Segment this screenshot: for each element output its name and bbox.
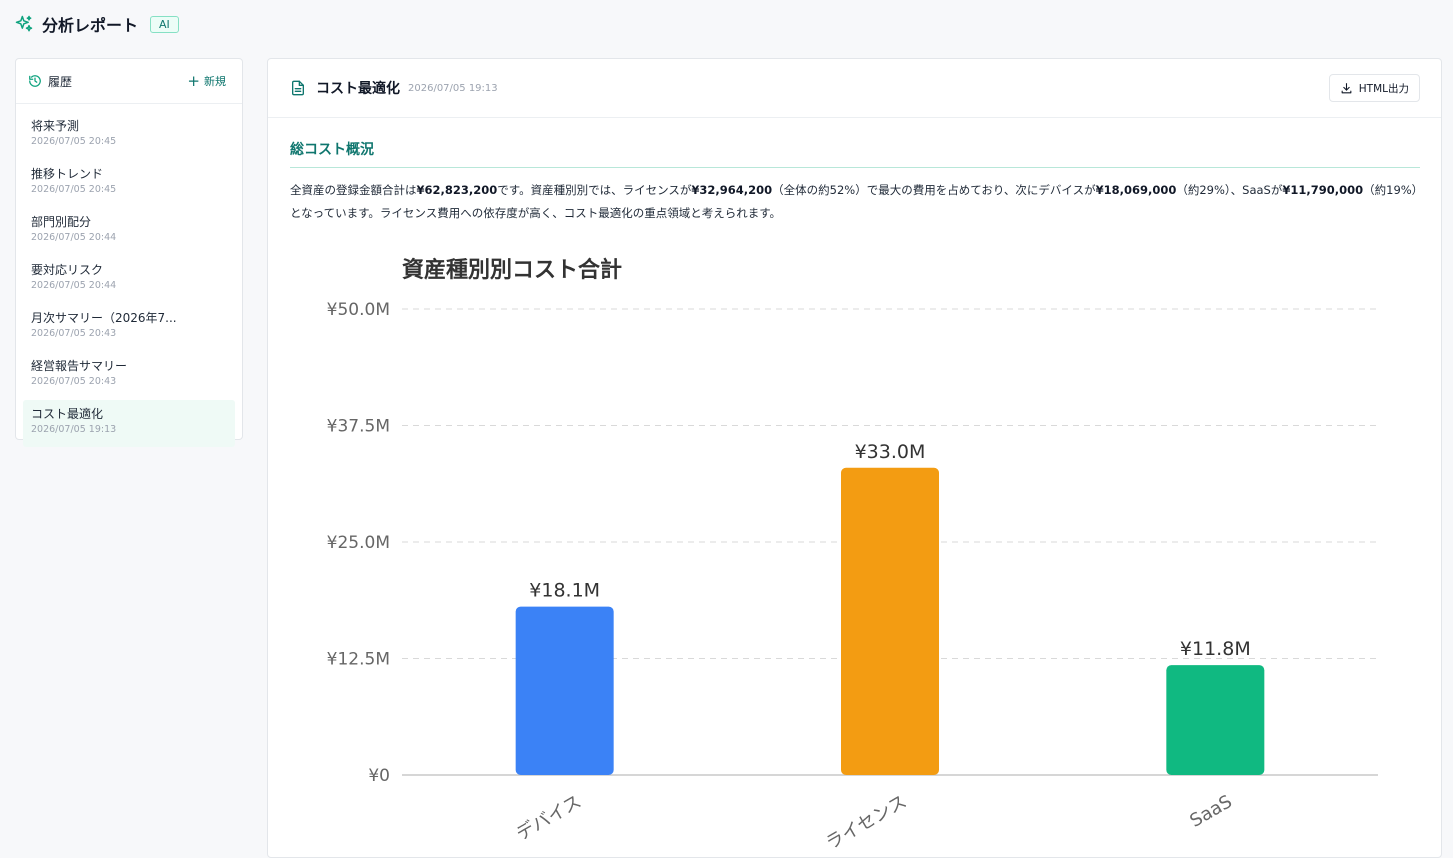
history-sidebar: 履歴 + 新規 将来予測 2026/07/05 20:45 推移トレンド 202… xyxy=(15,58,243,447)
history-title: 履歴 xyxy=(28,73,72,90)
new-report-button[interactable]: + 新規 xyxy=(187,73,226,89)
report-header: コスト最適化 2026/07/05 19:13 HTML出力 xyxy=(268,59,1441,118)
history-item[interactable]: 部門別配分 2026/07/05 20:44 xyxy=(23,208,235,255)
history-icon xyxy=(29,75,41,87)
para-text: （約29%）、SaaSが xyxy=(1176,183,1283,197)
download-icon xyxy=(1341,82,1352,93)
history-item[interactable]: 経営報告サマリー 2026/07/05 20:43 xyxy=(23,352,235,399)
para-value: ¥18,069,000 xyxy=(1095,183,1177,197)
history-title-label: 履歴 xyxy=(48,74,73,89)
cost-bar-chart: 資産種別別コスト合計 ¥0 ¥12.5M ¥25.0M ¥37.5M ¥50.0M ¥18.… xyxy=(327,257,1378,854)
history-item-title: 月次サマリー（2026年7... xyxy=(31,311,177,325)
history-item-title: 要対応リスク xyxy=(31,263,104,277)
history-item-active[interactable]: コスト最適化 2026/07/05 19:13 xyxy=(23,400,235,447)
app-header: 分析レポート AI xyxy=(14,10,179,38)
y-tick-label: ¥12.5M xyxy=(327,650,390,670)
y-tick-label: ¥25.0M xyxy=(327,533,390,553)
ai-badge: AI xyxy=(150,15,179,33)
history-item-time: 2026/07/05 20:44 xyxy=(31,232,117,243)
history-item-time: 2026/07/05 20:45 xyxy=(31,136,117,147)
section-divider xyxy=(290,167,1420,168)
history-item-title: 将来予測 xyxy=(31,119,80,133)
history-item-title: 推移トレンド xyxy=(31,167,104,181)
data-label: ¥18.1M xyxy=(529,580,600,602)
history-list: 将来予測 2026/07/05 20:45 推移トレンド 2026/07/05 … xyxy=(16,104,242,447)
section-title: 総コスト概況 xyxy=(290,142,374,158)
bar xyxy=(515,606,614,775)
para-text: 全資産の登録金額合計は xyxy=(290,183,417,197)
para-text: （全体の約52%）で最大の費用を占めており、次にデバイスが xyxy=(772,183,1096,197)
report-time: 2026/07/05 19:13 xyxy=(408,82,498,94)
data-label: ¥33.0M xyxy=(855,441,926,463)
history-header: 履歴 + 新規 xyxy=(16,59,242,104)
bar xyxy=(1166,665,1265,775)
x-tick-label: デバイス xyxy=(513,791,585,845)
history-item-time: 2026/07/05 20:45 xyxy=(31,184,117,195)
history-item-title: コスト最適化 xyxy=(31,407,104,421)
summary-paragraph: 全資産の登録金額合計は¥62,823,200です。資産種別別では、ライセンスが¥… xyxy=(290,179,1420,225)
report-title: コスト最適化 xyxy=(316,81,400,97)
history-item[interactable]: 将来予測 2026/07/05 20:45 xyxy=(23,112,235,159)
para-value: ¥32,964,200 xyxy=(691,183,773,197)
history-item[interactable]: 推移トレンド 2026/07/05 20:45 xyxy=(23,160,235,207)
plus-icon: + xyxy=(187,71,200,90)
bar xyxy=(841,467,939,775)
export-html-button[interactable]: HTML出力 xyxy=(1328,74,1420,102)
history-item-time: 2026/07/05 20:43 xyxy=(31,376,117,387)
y-tick-label: ¥0 xyxy=(368,766,390,786)
para-value: ¥11,790,000 xyxy=(1282,183,1364,197)
para-text: です。資産種別別では、ライセンスが xyxy=(497,183,692,197)
y-tick-label: ¥37.5M xyxy=(327,417,390,437)
chart-title: 資産種別別コスト合計 xyxy=(402,257,622,283)
history-item-time: 2026/07/05 20:43 xyxy=(31,328,117,339)
history-item-title: 部門別配分 xyxy=(31,215,92,229)
document-icon xyxy=(292,80,304,96)
x-tick-label: SaaS xyxy=(1186,791,1235,832)
app-title: 分析レポート xyxy=(42,16,139,35)
history-item-time: 2026/07/05 20:44 xyxy=(31,280,117,291)
history-item[interactable]: 要対応リスク 2026/07/05 20:44 xyxy=(23,256,235,303)
history-item[interactable]: 月次サマリー（2026年7... 2026/07/05 20:43 xyxy=(23,304,235,351)
sparkle-icon xyxy=(15,15,33,32)
para-value: ¥62,823,200 xyxy=(416,183,498,197)
export-label: HTML出力 xyxy=(1358,82,1409,95)
data-label: ¥11.8M xyxy=(1180,638,1251,660)
y-tick-label: ¥50.0M xyxy=(327,300,390,320)
history-item-title: 経営報告サマリー xyxy=(31,359,128,373)
history-item-time: 2026/07/05 19:13 xyxy=(31,424,117,435)
report-panel: コスト最適化 2026/07/05 19:13 HTML出力 総コスト概況 全資… xyxy=(267,58,1442,858)
new-report-label: 新規 xyxy=(204,75,226,88)
